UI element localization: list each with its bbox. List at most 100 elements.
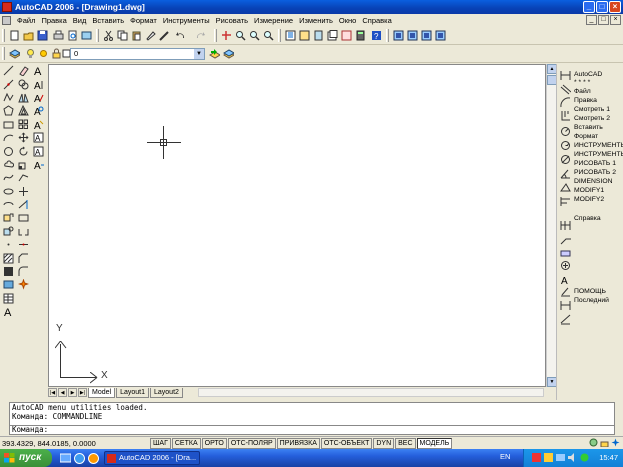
dynamic-input-toggle[interactable]: DYN [373,438,395,449]
doc-close-button[interactable]: × [610,15,621,25]
quick-leader-icon[interactable] [559,234,571,245]
revision-cloud-icon[interactable] [1,158,16,171]
zoom-previous-icon[interactable] [262,29,275,42]
command-line-input[interactable]: Команда: [9,426,615,435]
polygon-icon[interactable] [1,104,16,117]
screen-menu-last[interactable]: Последний [574,296,609,305]
dimension-linear-icon[interactable] [559,70,571,81]
find-text-icon[interactable]: A [31,104,46,117]
viewport-single-icon[interactable] [406,29,419,42]
next-tab-icon[interactable]: ▶ [68,388,77,397]
stretch-icon[interactable] [16,171,31,184]
tray-app-icon[interactable] [532,453,541,462]
media-player-icon[interactable] [88,453,99,464]
screen-menu-modify1[interactable]: MODIFY1 [574,186,604,195]
dimension-aligned-icon[interactable] [559,84,571,95]
grid-toggle[interactable]: СЕТКА [171,438,201,449]
screen-menu-insert[interactable]: Вставить [574,123,603,132]
scale-icon[interactable] [16,158,31,171]
print-icon[interactable] [52,29,65,42]
menu-window[interactable]: Окно [336,14,359,27]
communication-center-icon[interactable] [589,438,598,447]
tray-app-icon[interactable] [580,453,589,462]
snap-toggle[interactable]: ШАГ [150,438,171,449]
dimension-style-icon[interactable] [559,314,571,325]
dimension-ordinate-icon[interactable] [559,110,571,121]
zoom-realtime-icon[interactable] [234,29,247,42]
menu-modify[interactable]: Изменить [296,14,336,27]
line-icon[interactable] [1,64,16,77]
start-button[interactable]: пуск [0,449,52,467]
ortho-toggle[interactable]: ОРТО [201,438,227,449]
break-icon[interactable] [16,225,31,238]
menu-draw[interactable]: Рисовать [213,14,251,27]
object-snap-toggle[interactable]: ПРИВЯЗКА [276,438,320,449]
screen-menu-stars[interactable]: * * * * [574,78,590,87]
construction-line-icon[interactable] [1,77,16,90]
toolbar-lock-icon[interactable] [600,438,609,448]
taskbar-autocad-item[interactable]: AutoCAD 2006 - [Dra... [104,451,200,465]
dimension-baseline-icon[interactable] [559,196,571,207]
dimension-arc-icon[interactable] [559,97,571,108]
ellipse-icon[interactable] [1,185,16,198]
justify-text-icon[interactable]: A [31,144,46,157]
tray-app-icon[interactable] [544,453,553,462]
table-icon[interactable] [1,292,16,305]
redo-icon[interactable] [194,29,207,42]
last-tab-icon[interactable]: ▶| [78,388,87,397]
viewport-scale-icon[interactable] [434,29,447,42]
copy-icon[interactable] [116,29,129,42]
array-icon[interactable] [16,118,31,131]
join-icon[interactable] [16,238,31,251]
polar-tracking-toggle[interactable]: ОТС-ПОЛЯР [227,438,276,449]
viewport-icon[interactable] [392,29,405,42]
screen-menu-tools1[interactable]: ИНСТРУМЕНТЫ 1 [574,141,623,150]
internet-explorer-icon[interactable] [74,453,85,464]
model-space-toggle[interactable]: МОДЕЛЬ [416,438,453,449]
match-properties-icon[interactable] [144,29,157,42]
object-tracking-toggle[interactable]: ОТС-ОБЪЕКТ [320,438,373,449]
menu-file[interactable]: Файл [14,14,38,27]
offset-icon[interactable] [16,104,31,117]
lightbulb-icon[interactable] [24,47,37,60]
region-icon[interactable] [1,278,16,291]
move-icon[interactable] [16,131,31,144]
dimension-edit-icon[interactable]: A [559,274,571,285]
first-tab-icon[interactable]: |◀ [48,388,57,397]
layer-previous-icon[interactable] [222,47,235,60]
dimension-angular-icon[interactable] [559,168,571,179]
rotate-icon[interactable] [16,144,31,157]
hatch-icon[interactable] [1,251,16,264]
convert-space-icon[interactable]: A [31,158,46,171]
sheet-set-manager-icon[interactable] [326,29,339,42]
toolbar-grip[interactable] [2,47,5,60]
menu-tools[interactable]: Инструменты [160,14,213,27]
sun-icon[interactable] [37,47,50,60]
menu-insert[interactable]: Вставить [89,14,127,27]
tool-palettes-icon[interactable] [312,29,325,42]
paste-icon[interactable] [130,29,143,42]
undo-icon[interactable] [174,29,187,42]
ellipse-arc-icon[interactable] [1,198,16,211]
insert-block-icon[interactable] [1,211,16,224]
tray-network-icon[interactable] [556,453,565,462]
toolbar-grip[interactable] [2,29,5,42]
edit-text-icon[interactable]: A [31,91,46,104]
calculator-icon[interactable] [354,29,367,42]
print-preview-icon[interactable] [66,29,79,42]
dimension-radius-icon[interactable] [559,126,571,137]
arc-icon[interactable] [1,131,16,144]
clock[interactable]: 15:47 [599,453,618,462]
viewport-clip-icon[interactable] [420,29,433,42]
copy-object-icon[interactable] [16,77,31,90]
layer-manager-icon[interactable] [8,47,21,60]
dimension-diameter-icon[interactable] [559,154,571,165]
spline-icon[interactable] [1,171,16,184]
screen-menu-view1[interactable]: Смотреть 1 [574,105,610,114]
screen-menu-help[interactable]: Справка [574,214,601,223]
center-mark-icon[interactable] [559,260,571,271]
lineweight-toggle[interactable]: ВЕС [395,438,416,449]
zoom-window-icon[interactable] [248,29,261,42]
tab-layout1[interactable]: Layout1 [116,387,149,398]
scale-text-icon[interactable]: A [31,131,46,144]
